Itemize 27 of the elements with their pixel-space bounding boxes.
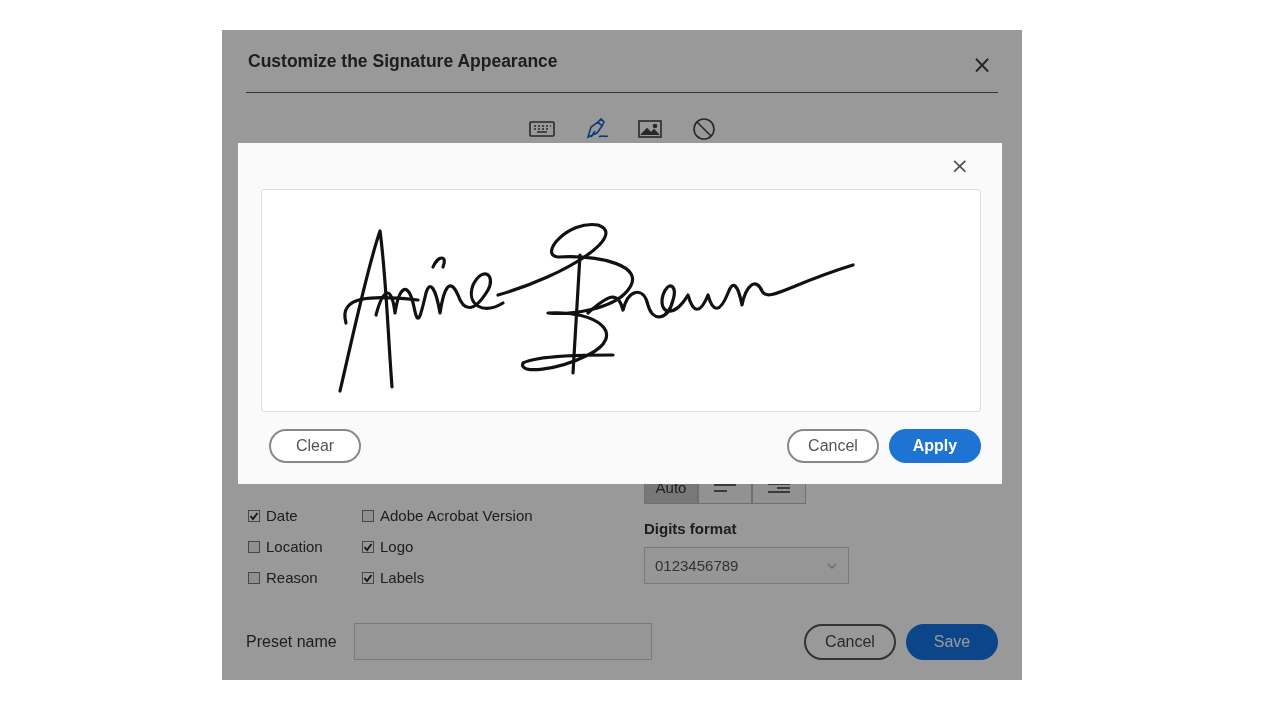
checkbox[interactable] <box>248 540 260 553</box>
checkbox-label: Date <box>266 507 298 524</box>
preset-name-label: Preset name <box>246 632 338 651</box>
cancel-button[interactable]: Cancel <box>804 623 896 660</box>
close-button[interactable]: × <box>944 155 975 177</box>
checkbox[interactable] <box>362 509 374 522</box>
cancel-button[interactable]: Cancel <box>787 429 879 463</box>
checkbox[interactable] <box>362 540 374 553</box>
apply-button[interactable]: Apply <box>889 429 981 463</box>
close-button[interactable]: × <box>965 53 998 77</box>
chevron-down-icon <box>826 561 838 570</box>
checkbox-label: Adobe Acrobat Version <box>380 507 533 524</box>
checkbox-label: Reason <box>266 569 318 586</box>
checkbox[interactable] <box>248 509 260 522</box>
prohibited-icon[interactable] <box>690 117 718 143</box>
signature-pad[interactable] <box>261 189 981 412</box>
dialog-title: Customize the Signature Appearance <box>248 50 558 72</box>
checkbox-label: Location <box>266 538 323 555</box>
save-button[interactable]: Save <box>906 623 998 660</box>
checkbox[interactable] <box>362 571 374 584</box>
digits-format-label: Digits format <box>644 520 738 537</box>
clear-button[interactable]: Clear <box>269 429 361 463</box>
checkbox-label: Labels <box>380 569 425 586</box>
checkbox[interactable] <box>248 571 260 584</box>
preset-name-field[interactable] <box>354 623 652 660</box>
digits-format-dropdown[interactable]: 0123456789 <box>644 547 849 584</box>
checkbox-label: Logo <box>380 538 414 555</box>
